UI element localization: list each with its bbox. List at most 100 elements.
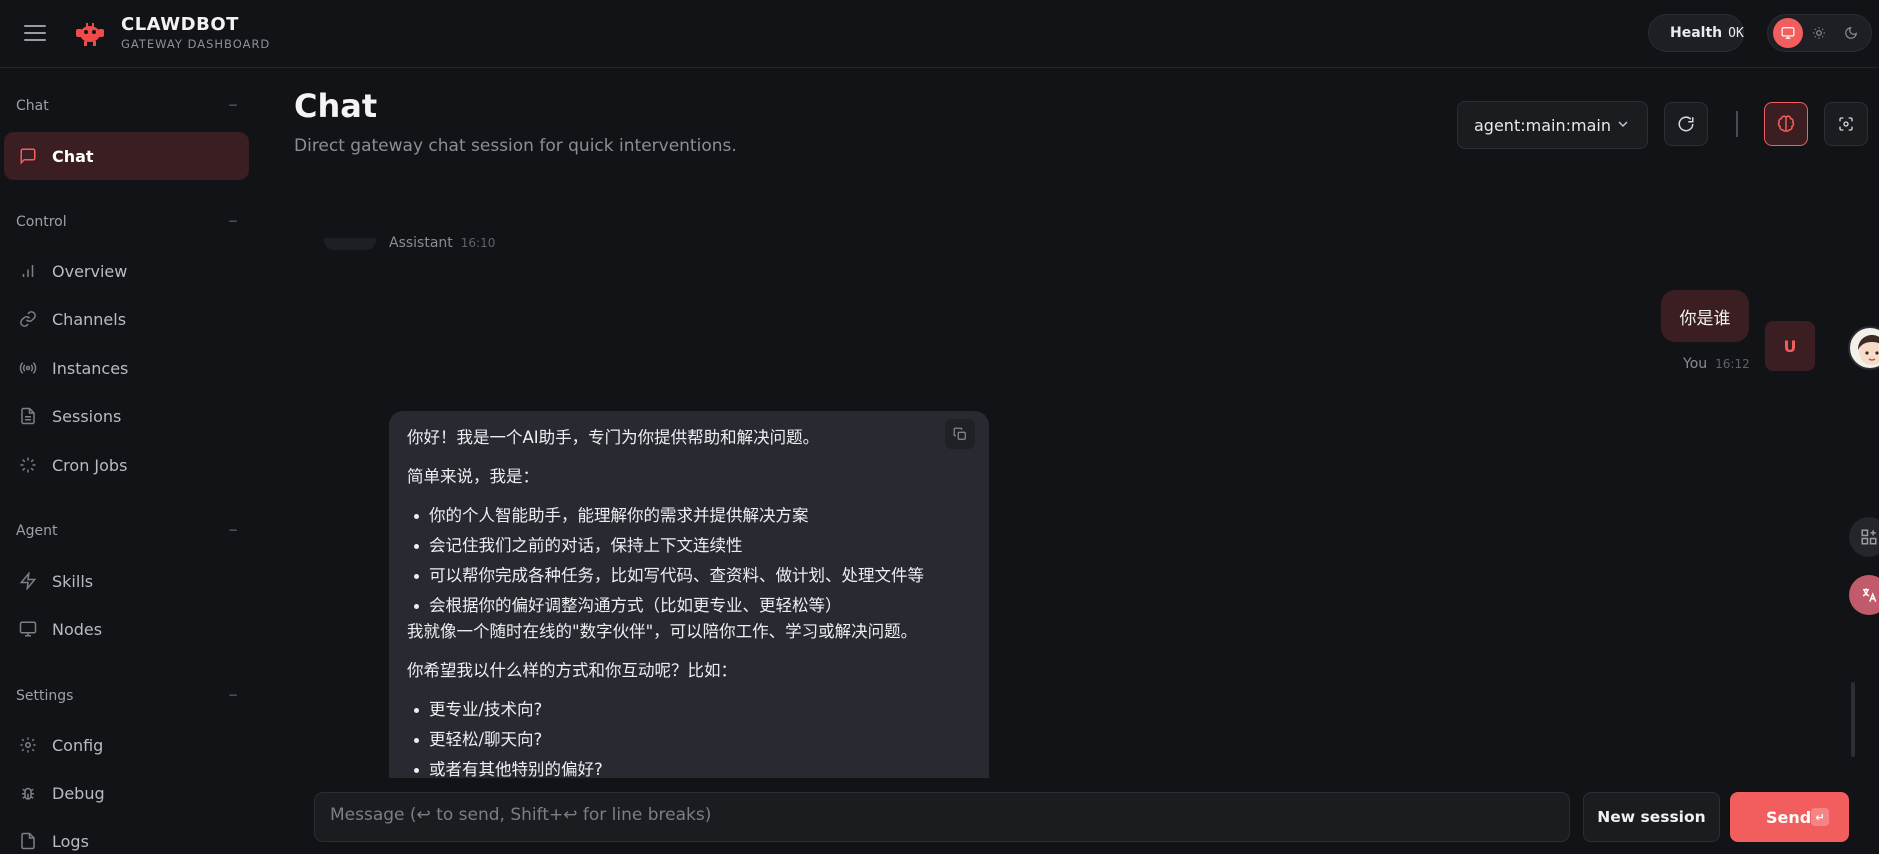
link-icon — [18, 309, 38, 329]
top-bar: CLAWDBOT GATEWAY DASHBOARD Health OK — [0, 0, 1879, 68]
focus-icon — [1839, 117, 1853, 131]
collapse-icon[interactable]: − — [228, 214, 238, 228]
brand-subtitle: GATEWAY DASHBOARD — [121, 37, 271, 51]
send-button[interactable]: Send ↵ — [1730, 792, 1849, 842]
brand-name: CLAWDBOT — [121, 14, 239, 35]
list-item: 你的个人智能助手，能理解你的需求并提供解决方案 — [407, 503, 971, 529]
message-input[interactable] — [314, 792, 1570, 842]
theme-switcher — [1767, 14, 1872, 52]
refresh-icon — [1678, 116, 1694, 132]
enter-key-icon: ↵ — [1811, 808, 1829, 826]
sun-icon — [1813, 27, 1826, 39]
copy-message-button[interactable] — [945, 419, 975, 449]
section-settings[interactable]: Settings − — [16, 688, 238, 704]
user-meta: You 16:12 — [1683, 356, 1750, 372]
sidebar-item-label: Channels — [52, 309, 127, 329]
user-message-bubble: 你是谁 — [1661, 290, 1749, 342]
session-select[interactable]: agent:main:main — [1457, 101, 1648, 149]
file-text-icon — [18, 406, 38, 426]
message-paragraph: 你希望我以什么样的方式和你互动呢？比如： — [407, 661, 737, 680]
radio-icon — [18, 358, 38, 378]
section-chat[interactable]: Chat − — [16, 98, 238, 114]
toolbar-divider — [1736, 111, 1738, 137]
collapse-icon[interactable]: − — [228, 98, 238, 112]
moon-icon — [1845, 27, 1858, 39]
sidebar-item-label: Debug — [52, 783, 105, 803]
sidebar-item-logs[interactable]: Logs — [4, 817, 249, 854]
chat-scrollbar[interactable] — [1851, 682, 1855, 757]
lobster-logo-icon — [76, 23, 104, 46]
sidebar-item-sessions[interactable]: Sessions — [4, 392, 249, 440]
message-time: 16:10 — [460, 236, 496, 250]
assistant-message-bubble: 你好！我是一个AI助手，专门为你提供帮助和解决问题。 简单来说，我是： 你的个人… — [389, 411, 989, 778]
thinking-toggle-button[interactable] — [1764, 102, 1808, 146]
section-agent[interactable]: Agent − — [16, 523, 238, 539]
sidebar-item-skills[interactable]: Skills — [4, 557, 249, 605]
sender-name: You — [1683, 356, 1708, 372]
sidebar-item-debug[interactable]: Debug — [4, 769, 249, 817]
section-label: Settings — [16, 688, 74, 704]
sidebar-item-label: Instances — [52, 358, 129, 378]
bug-icon — [18, 783, 38, 803]
message-square-icon — [18, 146, 38, 166]
sidebar-item-overview[interactable]: Overview — [4, 247, 249, 295]
bar-chart-icon — [18, 261, 38, 281]
sidebar-item-chat[interactable]: Chat — [4, 132, 249, 180]
list-item: 会根据你的偏好调整沟通方式（比如更专业、更轻松等） — [407, 593, 971, 619]
message-list: 你的个人智能助手，能理解你的需求并提供解决方案 会记住我们之前的对话，保持上下文… — [407, 503, 971, 619]
theme-system-button[interactable] — [1772, 18, 1803, 48]
sidebar-item-label: Sessions — [52, 406, 122, 426]
health-badge: Health OK — [1648, 14, 1744, 52]
health-label: Health — [1670, 25, 1723, 41]
theme-light-button[interactable] — [1804, 18, 1834, 48]
translate-icon — [1862, 588, 1877, 603]
sidebar-item-label: Overview — [52, 261, 128, 281]
avatar-face-icon — [1858, 335, 1879, 365]
sender-name: Assistant — [389, 235, 453, 251]
page-subtitle: Direct gateway chat session for quick in… — [294, 136, 737, 156]
sidebar-item-label: Config — [52, 735, 104, 755]
message-time: 16:12 — [1715, 357, 1750, 371]
section-control[interactable]: Control − — [16, 214, 238, 230]
sidebar-item-channels[interactable]: Channels — [4, 295, 249, 343]
sidebar-item-instances[interactable]: Instances — [4, 344, 249, 392]
refresh-button[interactable] — [1664, 102, 1708, 146]
list-item: 更轻松/聊天向? — [407, 727, 971, 753]
sidebar-item-label: Logs — [52, 831, 89, 851]
monitor-icon — [18, 619, 38, 639]
section-label: Agent — [16, 523, 58, 539]
focus-mode-button[interactable] — [1824, 102, 1868, 146]
user-avatar: U — [1765, 321, 1815, 371]
assistant-meta: Assistant 16:10 — [389, 235, 495, 251]
grid-plus-icon — [1861, 529, 1877, 545]
zap-icon — [18, 571, 38, 591]
sidebar-item-nodes[interactable]: Nodes — [4, 605, 249, 653]
sidebar-item-label: Nodes — [52, 619, 103, 639]
chevron-down-icon — [1618, 121, 1628, 127]
sidebar-item-label: Chat — [52, 146, 94, 166]
sidebar: Chat − Chat Control − Overview Channels … — [0, 68, 256, 854]
monitor-icon — [1781, 27, 1795, 39]
brain-icon — [1777, 115, 1795, 132]
section-label: Chat — [16, 98, 49, 114]
menu-icon[interactable] — [24, 22, 46, 42]
copy-icon — [953, 427, 966, 440]
collapse-icon[interactable]: − — [228, 688, 238, 702]
send-label: Send — [1766, 807, 1812, 827]
assistant-avatar — [324, 238, 376, 250]
page-title: Chat — [294, 87, 378, 125]
file-icon — [18, 831, 38, 851]
list-item: 可以帮你完成各种任务，比如写代码、查资料、做计划、处理文件等 — [407, 563, 971, 589]
new-session-button[interactable]: New session — [1583, 792, 1720, 842]
list-item: 或者有其他特别的偏好? — [407, 757, 971, 778]
list-item: 更专业/技术向? — [407, 697, 971, 723]
gear-icon — [18, 735, 38, 755]
sidebar-item-config[interactable]: Config — [4, 721, 249, 769]
sidebar-item-cron-jobs[interactable]: Cron Jobs — [4, 441, 249, 489]
chat-thread[interactable]: Assistant 16:10 你是谁 You 16:12 U 你好！我是一个AI助… — [256, 200, 1879, 778]
loader-icon — [18, 455, 38, 475]
list-item: 会记住我们之前的对话，保持上下文连续性 — [407, 533, 971, 559]
collapse-icon[interactable]: − — [228, 523, 238, 537]
message-paragraph: 简单来说，我是： — [407, 467, 539, 486]
theme-dark-button[interactable] — [1836, 18, 1866, 48]
